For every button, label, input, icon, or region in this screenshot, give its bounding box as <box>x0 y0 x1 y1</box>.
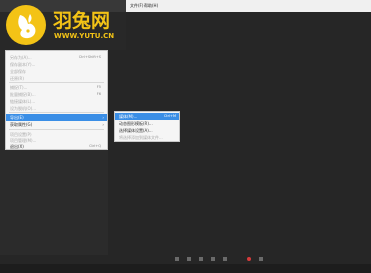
export-submenu: 媒体(M)... Ctrl+M 动态图形模板(R)... 选择媒体设置(A)..… <box>114 111 180 142</box>
step-back-icon[interactable] <box>199 257 203 261</box>
menu-file[interactable]: 文件(F) <box>130 3 143 9</box>
settings-icon[interactable] <box>259 257 263 261</box>
mark-in-icon[interactable] <box>175 257 179 261</box>
record-icon[interactable] <box>247 257 251 261</box>
submenu-item-motion-graphics-template[interactable]: 动态图形模板(R)... <box>115 120 179 127</box>
submenu-item-add-to-media[interactable]: 将选择添加到媒体文件... <box>115 134 179 141</box>
play-icon[interactable] <box>211 257 215 261</box>
status-bar <box>0 264 371 273</box>
submenu-item-media[interactable]: 媒体(M)... Ctrl+M <box>115 113 179 120</box>
menu-edit[interactable]: 帮助(H) <box>144 3 158 9</box>
playback-controls <box>170 257 280 263</box>
menu-item-save-all[interactable]: 全部保存 <box>6 68 107 75</box>
menu-item-link-media[interactable]: 链接媒体(L)... <box>6 98 107 105</box>
file-menu: 另存为(A)... Ctrl+Shift+S 保存副本(Y)... 全部保存 还… <box>5 50 108 150</box>
chevron-right-icon: › <box>102 115 104 120</box>
step-forward-icon[interactable] <box>223 257 227 261</box>
menu-item-save-copy[interactable]: 保存副本(Y)... <box>6 61 107 68</box>
chevron-right-icon: › <box>102 122 104 127</box>
menu-separator <box>9 112 104 113</box>
menu-separator <box>9 82 104 83</box>
mark-out-icon[interactable] <box>187 257 191 261</box>
rabbit-logo-icon <box>6 5 46 45</box>
menu-item-make-offline[interactable]: 设为脱机(O)... <box>6 105 107 112</box>
menu-item-exit[interactable]: 退出(X) Ctrl+Q <box>6 143 107 150</box>
watermark-url: WWW.YUTU.CN <box>54 32 115 40</box>
menu-separator <box>9 129 104 130</box>
menu-item-get-properties[interactable]: 获取属性(G) › <box>6 121 107 128</box>
menu-item-batch-capture[interactable]: 批量捕捉(B)... F6 <box>6 91 107 98</box>
watermark: 羽兔网 WWW.YUTU.CN <box>0 0 126 50</box>
menu-item-export[interactable]: 导出(E) › <box>6 114 107 121</box>
menu-item-save-as[interactable]: 另存为(A)... Ctrl+Shift+S <box>6 54 107 61</box>
menu-item-capture[interactable]: 捕捉(T)... F5 <box>6 84 107 91</box>
submenu-item-media-settings[interactable]: 选择媒体设置(A)... <box>115 127 179 134</box>
menu-item-revert[interactable]: 还原(R) <box>6 75 107 82</box>
watermark-title: 羽兔网 <box>53 10 111 32</box>
